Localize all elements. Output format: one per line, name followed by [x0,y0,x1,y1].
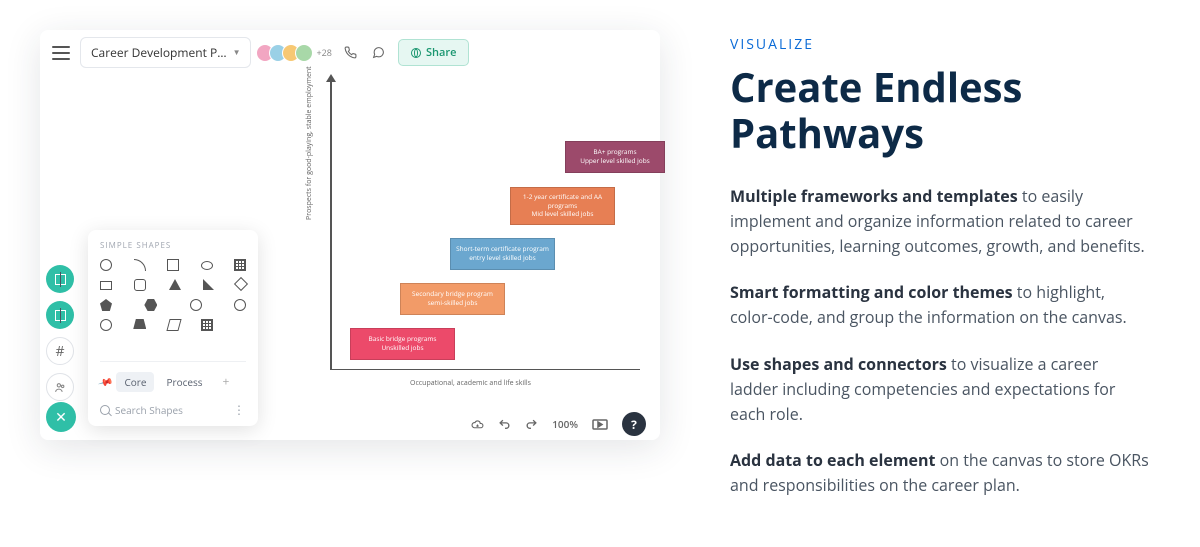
avatar-overflow-count: +28 [316,46,331,59]
tab-core[interactable]: Core [116,372,154,392]
globe-icon [411,48,421,58]
shape-circle[interactable] [100,259,112,271]
bottom-bar: 100% ? [40,408,660,440]
pin-icon[interactable]: 📌 [97,372,115,390]
shape-diamond[interactable] [234,277,248,291]
shape-ellipse[interactable] [201,261,213,270]
undo-icon[interactable] [498,418,511,431]
call-icon[interactable] [342,44,360,62]
redo-icon[interactable] [525,418,538,431]
app-frame: Career Development P… ▼ +28 Share [40,30,660,440]
avatar [295,44,313,62]
comment-icon[interactable] [370,44,388,62]
tab-process[interactable]: Process [158,372,210,392]
shape-trapezoid[interactable] [133,319,146,329]
y-axis-label: Prospects for good-playing, stable emplo… [305,66,314,220]
shape-grid[interactable] [201,319,213,331]
x-axis [330,369,640,371]
feature-paragraph: Smart formatting and color themes to hig… [730,280,1150,330]
rail-grid-button[interactable]: # [46,337,74,365]
cloud-sync-icon[interactable] [471,418,484,431]
panel-title: SIMPLE SHAPES [100,240,246,251]
toolbar: Career Development P… ▼ +28 Share [40,30,660,75]
presentation-icon[interactable] [592,419,608,430]
shape-triangle[interactable] [169,279,181,290]
ladder-step-3[interactable]: Short-term certificate program entry lev… [450,238,555,270]
shape-dot[interactable] [234,299,246,311]
feature-paragraph: Use shapes and connectors to visualize a… [730,352,1150,426]
shape-table[interactable] [234,259,246,271]
shape-pentagon[interactable] [100,299,112,311]
rail-people-button[interactable] [46,373,74,401]
collaborator-avatars[interactable]: +28 [261,44,331,62]
document-title: Career Development P… [91,44,227,61]
share-label: Share [426,45,457,60]
shape-right-triangle[interactable] [203,279,214,290]
marketing-copy: VISUALIZE Create Endless Pathways Multip… [700,0,1200,547]
ladder-step-4[interactable]: 1-2 year certificate and AA programs Mid… [510,187,615,225]
ladder-step-1[interactable]: Basic bridge programs Unskilled jobs [350,328,455,360]
shape-hexagon[interactable] [144,299,157,311]
side-rail: # [46,265,74,401]
shape-arc[interactable] [134,259,146,271]
shape-rounded-rect[interactable] [134,279,146,291]
feature-paragraph: Add data to each element on the canvas t… [730,448,1150,498]
page-heading: Create Endless Pathways [730,64,1150,156]
shape-square[interactable] [167,259,179,271]
feature-paragraph: Multiple frameworks and templates to eas… [730,184,1150,258]
chevron-down-icon: ▼ [233,47,241,58]
shape-oval[interactable] [100,319,112,331]
rail-frame-button-2[interactable] [46,301,74,329]
document-title-dropdown[interactable]: Career Development P… ▼ [80,37,251,68]
y-axis [330,80,332,370]
menu-icon[interactable] [52,46,70,60]
zoom-level[interactable]: 100% [552,417,578,431]
x-axis-label: Occupational, academic and life skills [410,379,531,388]
help-button[interactable]: ? [622,412,646,436]
rail-frame-button[interactable] [46,265,74,293]
shapes-panel: SIMPLE SHAPES [88,230,258,426]
shape-ring[interactable] [190,299,202,311]
shape-rect[interactable] [100,281,112,290]
eyebrow: VISUALIZE [730,35,1150,54]
shape-parallelogram[interactable] [166,319,181,331]
tab-add[interactable]: + [215,370,238,393]
ladder-step-2[interactable]: Secondary bridge program semi-skilled jo… [400,283,505,315]
share-button[interactable]: Share [398,39,470,66]
ladder-step-5[interactable]: BA+ programs Upper level skilled jobs [565,141,665,173]
